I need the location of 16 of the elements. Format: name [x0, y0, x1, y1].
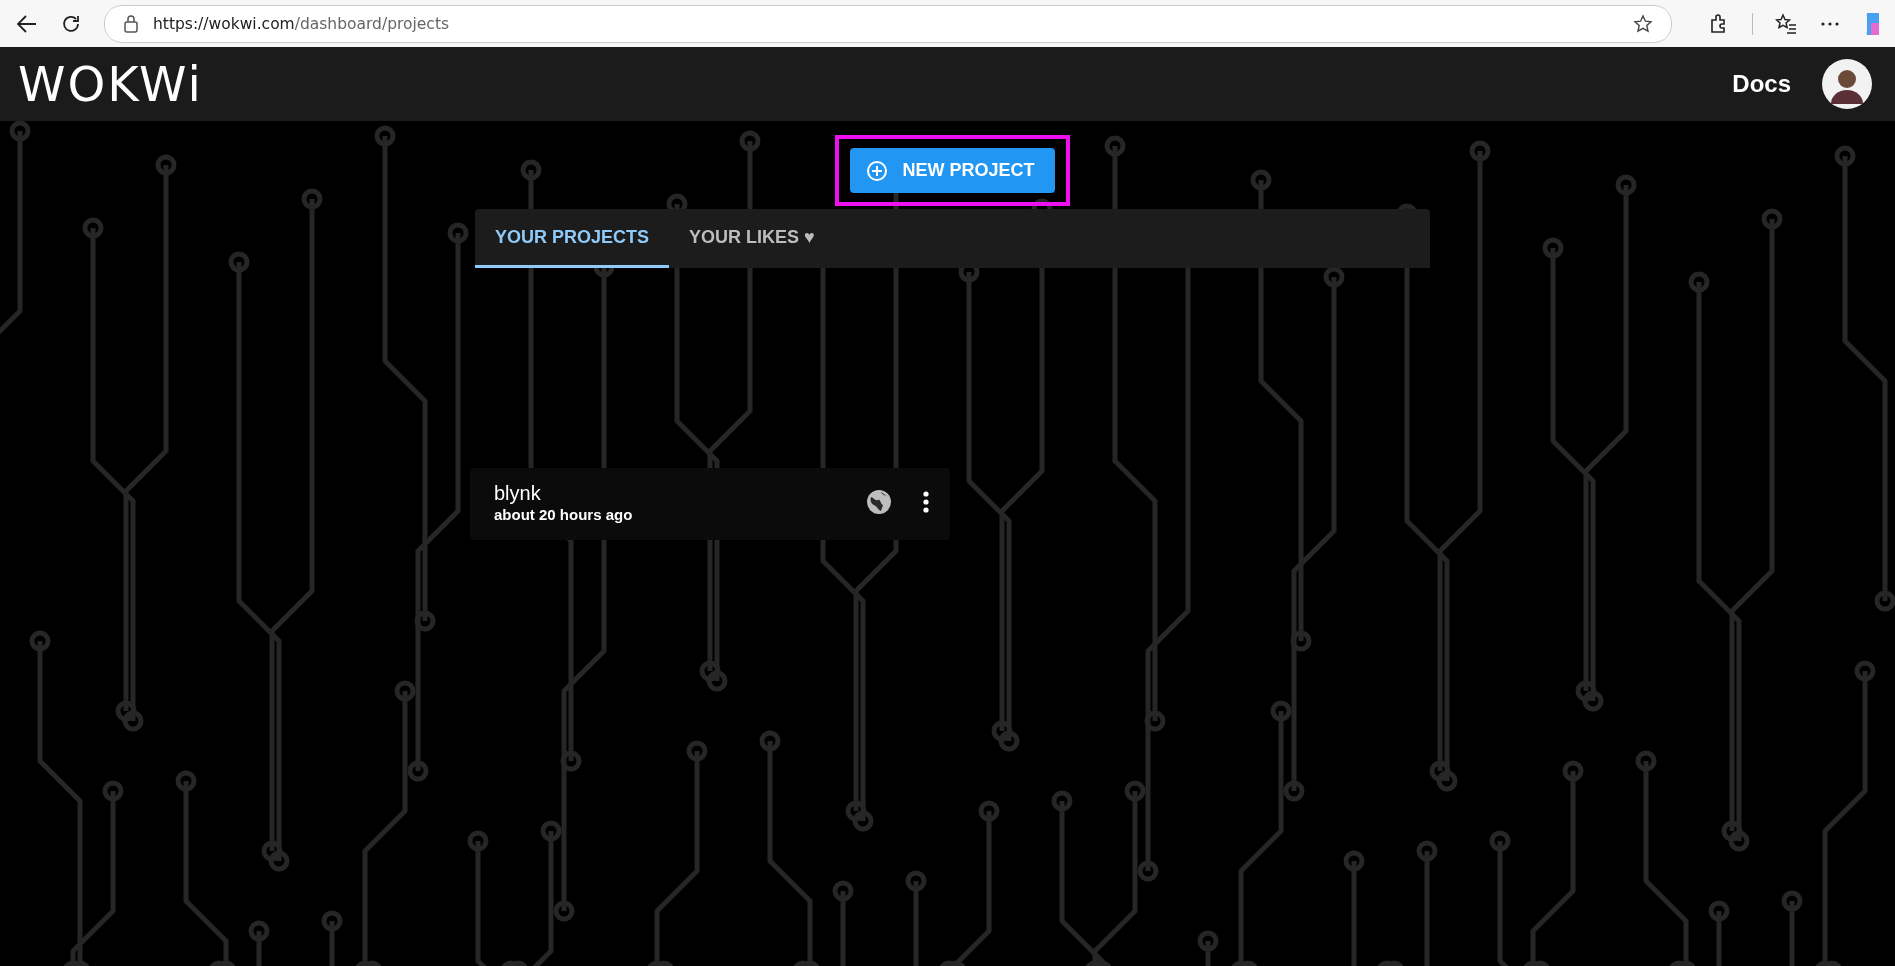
tab[interactable]: YOUR LIKES ♥ [669, 209, 835, 268]
more-options-icon[interactable] [922, 490, 930, 514]
docs-link[interactable]: Docs [1732, 70, 1791, 98]
project-updated-time: about 20 hours ago [494, 505, 634, 523]
project-card[interactable]: blynk about 20 hours ago [470, 468, 950, 540]
project-name: blynk [494, 481, 542, 505]
star-icon[interactable] [1633, 13, 1653, 34]
back-icon[interactable] [16, 12, 38, 35]
url-text: https://wokwi.com/dashboard/projects [153, 14, 451, 33]
address-bar[interactable]: https://wokwi.com/dashboard/projects [104, 4, 1672, 43]
avatar-icon[interactable] [1821, 58, 1873, 110]
lock-icon [123, 14, 139, 33]
wokwi-logo[interactable]: WOKWi [18, 56, 203, 112]
plus-circle-icon [866, 159, 889, 182]
favorites-icon[interactable] [1775, 12, 1797, 35]
tab[interactable]: YOUR PROJECTS [475, 209, 670, 268]
